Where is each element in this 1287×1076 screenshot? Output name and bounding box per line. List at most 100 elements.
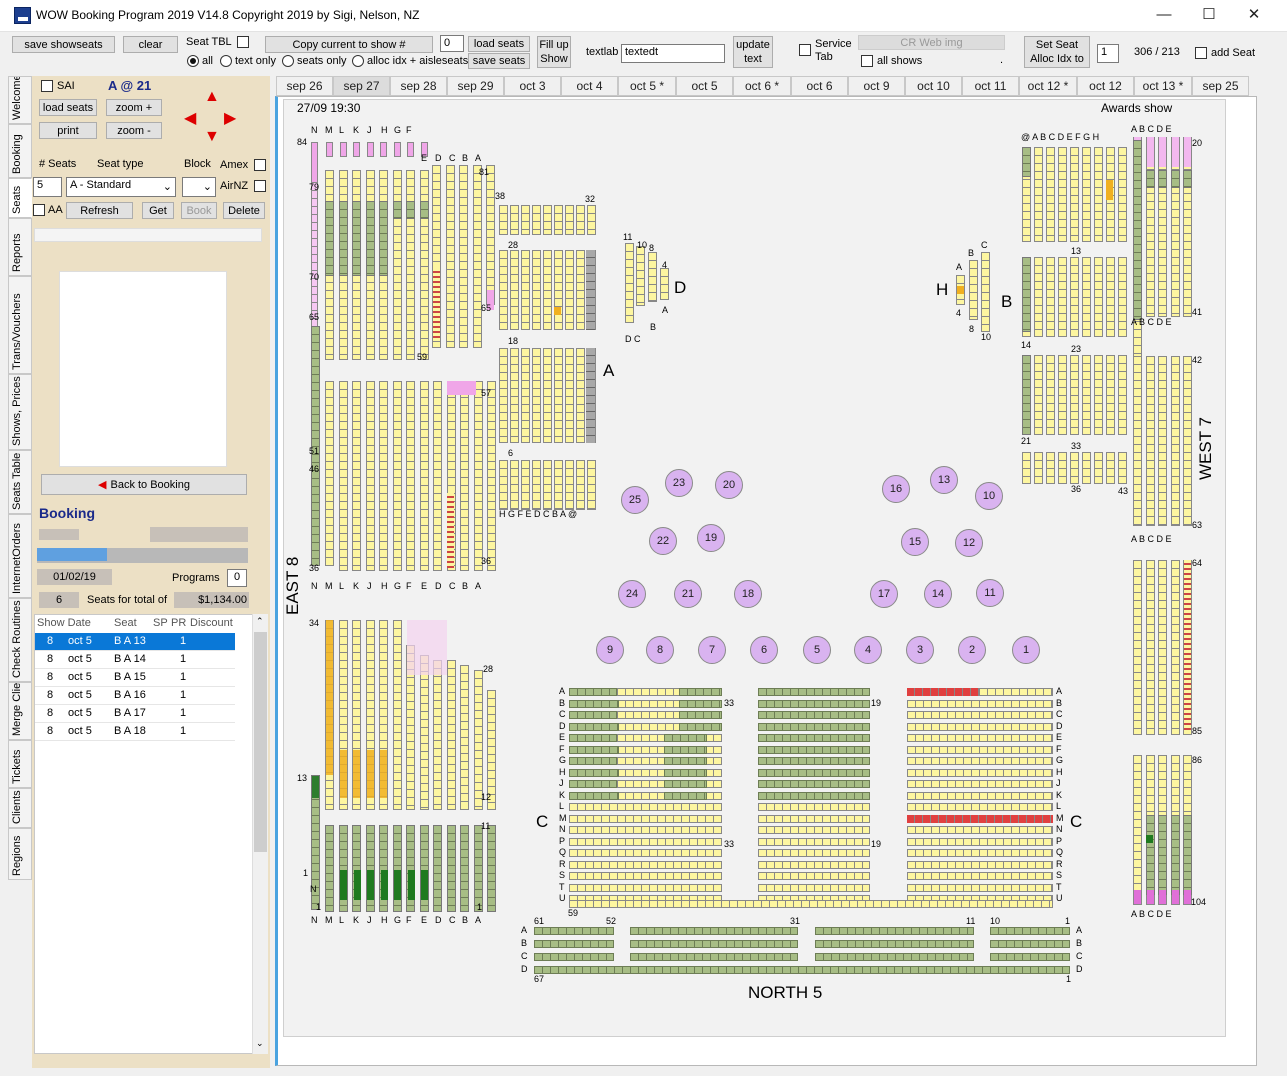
seat-row[interactable] [569, 900, 1053, 908]
seat-column[interactable] [1183, 815, 1192, 895]
seat[interactable] [1159, 890, 1166, 904]
booked-seats[interactable] [664, 757, 707, 765]
seat-column[interactable] [1158, 356, 1167, 526]
tab-clients[interactable]: Clients [8, 788, 32, 828]
booked-seats[interactable] [326, 620, 333, 775]
booked-seats[interactable] [664, 791, 707, 800]
book-button[interactable]: Book [181, 202, 217, 219]
booked-seats[interactable] [569, 711, 617, 719]
seat-column[interactable] [1118, 257, 1127, 337]
seat-row[interactable] [815, 940, 974, 948]
seat-column[interactable] [1106, 355, 1115, 435]
booked-seats[interactable] [679, 688, 722, 696]
round-table[interactable]: 2 [958, 636, 986, 664]
seat-column[interactable] [473, 381, 483, 571]
seat-row[interactable] [907, 837, 1053, 846]
round-table[interactable]: 21 [674, 580, 702, 608]
seat-column[interactable] [565, 250, 574, 330]
seat-column[interactable] [1082, 355, 1091, 435]
airnz-checkbox[interactable] [254, 180, 266, 192]
seat-row[interactable] [907, 699, 1053, 708]
seat-column[interactable] [460, 825, 469, 912]
seat-row[interactable] [569, 860, 722, 869]
seat-column[interactable] [338, 381, 348, 571]
seat-column[interactable] [586, 348, 595, 443]
save-seats-button[interactable]: save seats [468, 53, 530, 69]
seat[interactable] [1134, 890, 1141, 904]
cr-web-img-button[interactable]: CR Web img [858, 35, 1005, 50]
seat-column[interactable] [521, 205, 530, 235]
seat-column[interactable] [1046, 452, 1055, 484]
tab-show-oct-9[interactable]: oct 9 [848, 76, 905, 96]
tab-regions[interactable]: Regions [8, 828, 32, 880]
minimize-button[interactable]: — [1141, 0, 1187, 31]
seat-column[interactable] [565, 460, 574, 510]
seat-row[interactable] [630, 953, 798, 961]
tab-check-routines[interactable]: Check Routines [8, 598, 32, 682]
seat-row[interactable] [569, 837, 722, 846]
seat-row[interactable] [758, 849, 870, 857]
seat-row[interactable] [907, 883, 1053, 892]
seat-row[interactable] [815, 953, 974, 961]
seat-column[interactable] [311, 182, 318, 330]
booked-seats[interactable] [569, 745, 619, 754]
round-table[interactable]: 10 [975, 482, 1003, 510]
seat-row[interactable] [758, 803, 870, 811]
round-table[interactable]: 8 [646, 636, 674, 664]
seat-row[interactable] [758, 883, 870, 892]
seat-row[interactable] [907, 826, 1053, 834]
load-seats-button[interactable]: load seats [468, 36, 530, 52]
seat-column[interactable] [521, 460, 530, 510]
update-text-button[interactable]: update text [733, 36, 773, 68]
seat[interactable] [1146, 890, 1154, 904]
arrow-right-icon[interactable]: ▶ [224, 108, 236, 128]
clear-button[interactable]: clear [123, 36, 178, 53]
panel-load-seats-button[interactable]: load seats [39, 99, 97, 116]
seat-column[interactable] [1082, 257, 1091, 337]
booked-seats[interactable] [353, 870, 361, 900]
seat[interactable] [447, 381, 476, 395]
seat-column[interactable] [1106, 257, 1115, 337]
tab-seats-table[interactable]: Seats Table [8, 450, 32, 514]
seat-column[interactable] [433, 381, 442, 571]
seat-column[interactable] [1145, 560, 1155, 735]
seat-column[interactable] [473, 825, 483, 912]
tab-show-oct-13-[interactable]: oct 13 * [1134, 76, 1192, 96]
seat-row[interactable] [569, 872, 722, 880]
seat-column[interactable] [660, 268, 669, 300]
seat-row[interactable] [907, 780, 1053, 788]
seat-column[interactable] [1022, 355, 1031, 435]
seat-column[interactable] [352, 201, 361, 276]
seat-column[interactable] [1133, 560, 1142, 735]
scroll-thumb[interactable] [254, 632, 267, 852]
seat[interactable] [407, 620, 447, 675]
round-table[interactable]: 14 [924, 580, 952, 608]
seat-column[interactable] [1046, 355, 1055, 435]
booked-seats[interactable] [447, 493, 454, 568]
seat-column[interactable] [1183, 170, 1192, 188]
tab-internetorders[interactable]: InternetOrders [8, 514, 32, 598]
table-row[interactable]: 8 oct 5 B A 16 1 [35, 687, 235, 705]
seat-row[interactable] [569, 883, 722, 892]
seat-column[interactable] [1094, 452, 1103, 484]
seat-column[interactable] [1145, 170, 1155, 188]
seat-row[interactable] [990, 953, 1070, 961]
seat-column[interactable] [1034, 257, 1043, 337]
seat-column[interactable] [543, 205, 552, 235]
seat[interactable] [366, 142, 374, 157]
table-scrollbar[interactable]: ⌃ ⌄ [252, 614, 268, 1054]
seat-row[interactable] [907, 803, 1053, 811]
sai-checkbox[interactable] [41, 80, 53, 92]
tab-trans-vouchers[interactable]: Trans/Vouchers [8, 276, 32, 374]
scroll-down-icon[interactable]: ⌄ [256, 1038, 264, 1049]
seat-row[interactable] [630, 927, 798, 935]
seat-column[interactable] [419, 201, 429, 219]
seat-row[interactable] [758, 860, 870, 869]
seat-column[interactable] [445, 165, 455, 348]
round-table[interactable]: 19 [697, 524, 725, 552]
seat-row[interactable] [907, 791, 1053, 800]
all-shows-checkbox[interactable] [861, 55, 873, 67]
back-to-booking-button[interactable]: ◀ Back to Booking [41, 474, 247, 495]
num-seats-input[interactable]: 5 [33, 177, 62, 197]
seat-row[interactable] [758, 837, 870, 846]
